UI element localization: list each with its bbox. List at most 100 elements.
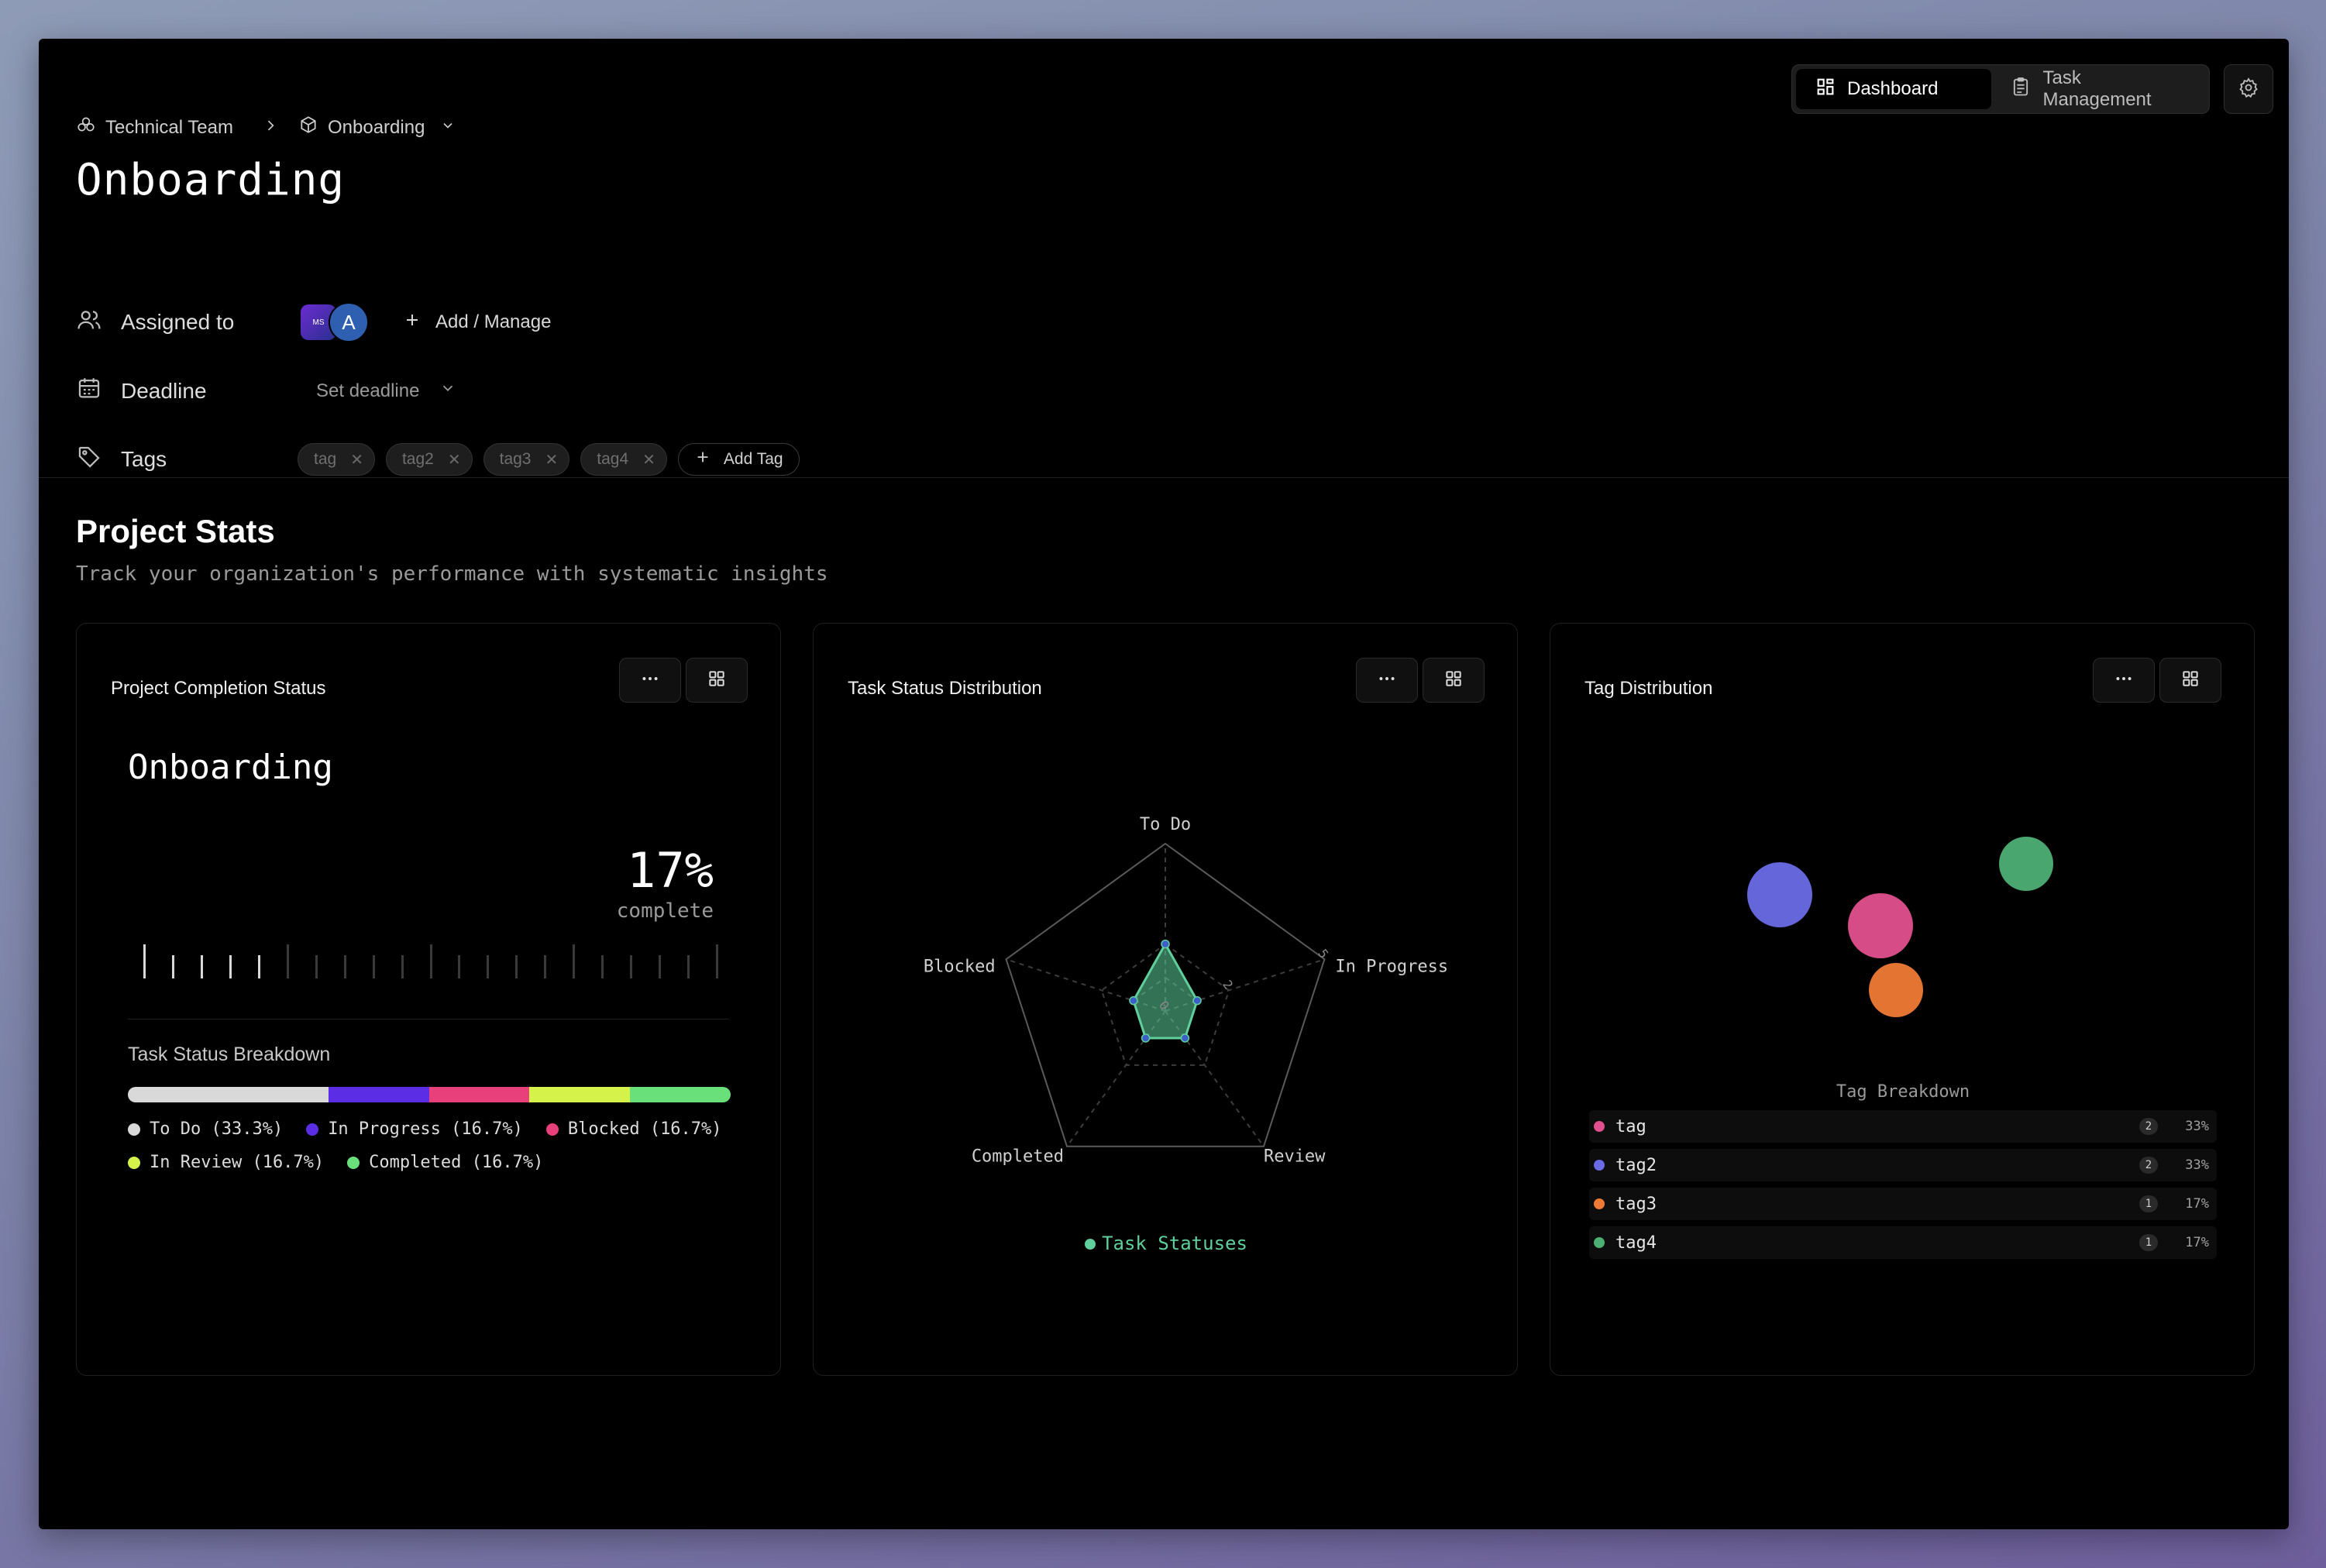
progress-tick [171, 955, 174, 978]
assignee-avatars[interactable]: MS A [301, 302, 369, 342]
section-divider [39, 477, 2289, 478]
legend-dot [306, 1123, 319, 1136]
progress-tick [200, 955, 203, 978]
card-title: Tag Distribution [1585, 678, 1713, 699]
plus-icon [694, 449, 711, 470]
progress-tick [458, 955, 461, 978]
chevron-right-icon [263, 117, 278, 139]
stats-subtitle: Track your organization's performance wi… [76, 562, 828, 586]
tag-chip-label: tag3 [499, 450, 532, 468]
progress-tick [229, 955, 232, 978]
card-title: Task Status Distribution [848, 678, 1042, 699]
deadline-label: Deadline [121, 378, 207, 403]
more-button[interactable] [619, 658, 681, 703]
avatar[interactable]: A [329, 302, 369, 342]
progress-tick [687, 955, 690, 978]
assigned-row: Assigned to MS A Add / Manage [76, 302, 551, 342]
radar-axis-label: Blocked [924, 957, 996, 976]
tags-label: Tags [121, 447, 167, 471]
completion-percent: 17% [627, 842, 714, 899]
tag-name: tag3 [1615, 1194, 1657, 1214]
progress-tick [601, 955, 604, 978]
radar-point [1192, 995, 1202, 1006]
close-icon[interactable]: ✕ [350, 450, 363, 469]
add-tag-button[interactable]: Add Tag [677, 443, 800, 476]
tab-dashboard-label: Dashboard [1847, 78, 1939, 99]
tag-count-badge: 1 [2139, 1234, 2158, 1251]
tag-color-dot [1594, 1121, 1605, 1132]
task-status-card: Task Status Distribution To Do In Progres… [813, 623, 1518, 1376]
list-item[interactable]: tag 2 33% [1589, 1110, 2217, 1143]
legend-dot [347, 1156, 360, 1169]
tag-percent: 33% [2185, 1119, 2209, 1134]
close-icon[interactable]: ✕ [545, 450, 558, 469]
tag-count-badge: 2 [2139, 1118, 2158, 1135]
legend-item: Blocked (16.7%) [545, 1119, 722, 1139]
status-segment [128, 1087, 329, 1102]
tag-breakdown-list: tag 2 33% tag2 2 33% tag3 1 17% tag4 1 17% [1589, 1110, 2217, 1259]
more-button[interactable] [1356, 658, 1418, 703]
tag-name: tag [1615, 1116, 1646, 1136]
tag-percent: 33% [2185, 1157, 2209, 1173]
radar-axis-label: Review [1264, 1147, 1326, 1167]
list-item[interactable]: tag3 1 17% [1589, 1188, 2217, 1220]
settings-button[interactable] [2224, 64, 2273, 114]
chevron-down-icon [439, 380, 456, 402]
tag-distribution-card: Tag Distribution Tag Breakdown tag 2 33% ta… [1550, 623, 2255, 1376]
radar-point [1180, 1033, 1190, 1043]
add-tag-label: Add Tag [723, 450, 783, 468]
app-window: Technical Team Onboarding Dashboard Task… [39, 39, 2289, 1529]
more-icon [640, 669, 660, 693]
more-button[interactable] [2093, 658, 2155, 703]
legend-item: In Review (16.7%) [128, 1153, 324, 1172]
close-icon[interactable]: ✕ [448, 450, 461, 469]
breadcrumb-team[interactable]: Technical Team [76, 115, 233, 140]
tag-chip[interactable]: tag ✕ [298, 443, 375, 476]
team-icon [76, 115, 96, 140]
grid-button[interactable] [1423, 658, 1485, 703]
tag-chip[interactable]: tag4 ✕ [580, 443, 667, 476]
deadline-label-group: Deadline [76, 375, 301, 407]
tag-count-badge: 1 [2139, 1195, 2158, 1212]
deadline-select[interactable]: Set deadline [316, 380, 456, 402]
grid-button[interactable] [686, 658, 748, 703]
calendar-icon [76, 375, 102, 407]
divider [128, 1019, 729, 1020]
add-manage-button[interactable]: Add / Manage [403, 311, 551, 335]
breadcrumb-project[interactable]: Onboarding [298, 115, 456, 140]
tag-bubble[interactable] [1999, 837, 2053, 891]
tag-name: tag2 [1615, 1155, 1657, 1175]
deadline-value: Set deadline [316, 380, 420, 401]
list-item[interactable]: tag2 2 33% [1589, 1149, 2217, 1181]
progress-ticks [143, 940, 718, 978]
radar-axis-label: In Progress [1335, 957, 1448, 976]
progress-tick [372, 955, 375, 978]
legend-label: Completed (16.7%) [369, 1153, 544, 1172]
tab-dashboard[interactable]: Dashboard [1796, 69, 1992, 109]
tag-percent: 17% [2185, 1196, 2209, 1212]
tag-color-dot [1594, 1198, 1605, 1209]
status-segment [328, 1087, 429, 1102]
breadcrumb-project-label: Onboarding [327, 116, 425, 138]
tag-chip[interactable]: tag2 ✕ [385, 443, 473, 476]
progress-tick [343, 955, 346, 978]
grid-button[interactable] [2159, 658, 2221, 703]
tag-bubble[interactable] [1848, 893, 1913, 958]
tag-name: tag4 [1615, 1233, 1657, 1253]
legend-dot [545, 1123, 559, 1136]
tab-task-management[interactable]: Task Management [1991, 67, 2205, 110]
tag-bubble[interactable] [1869, 963, 1923, 1017]
tag-bubble[interactable] [1747, 862, 1812, 927]
legend-label: In Progress (16.7%) [328, 1119, 523, 1139]
list-item[interactable]: tag4 1 17% [1589, 1226, 2217, 1259]
box-icon [298, 115, 318, 140]
assigned-label-group: Assigned to [76, 307, 301, 339]
tag-chip[interactable]: tag3 ✕ [483, 443, 570, 476]
close-icon[interactable]: ✕ [642, 450, 655, 469]
tag-percent: 17% [2185, 1235, 2209, 1250]
legend-item: Completed (16.7%) [347, 1153, 543, 1172]
breadcrumb-team-label: Technical Team [105, 116, 233, 138]
legend-dot [1085, 1239, 1096, 1250]
stats-title: Project Stats [76, 513, 275, 549]
tab-task-management-label: Task Management [2042, 67, 2152, 110]
